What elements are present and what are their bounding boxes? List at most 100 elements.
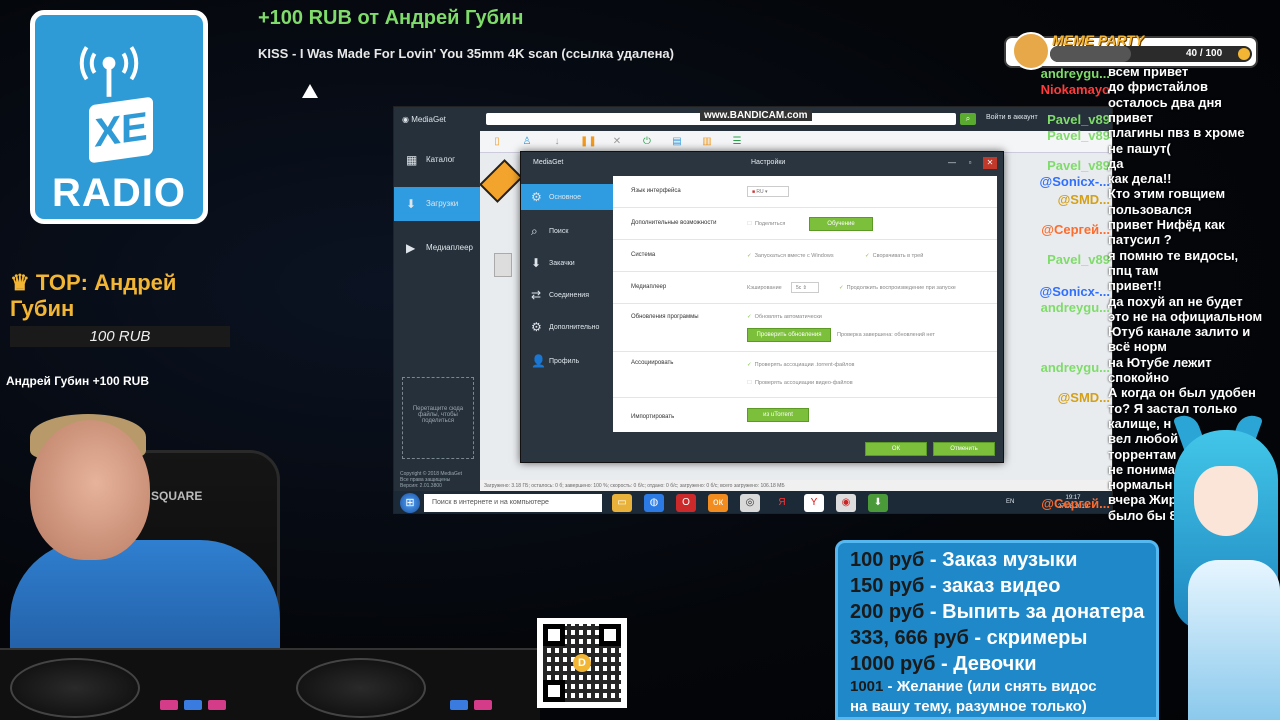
chat-username: andreygu... bbox=[1040, 300, 1110, 315]
maximize-icon[interactable]: ▫ bbox=[963, 157, 977, 169]
close-icon[interactable]: ✕ bbox=[983, 157, 997, 169]
yandex-browser-icon[interactable]: Y bbox=[804, 494, 824, 512]
import-label: Импортировать bbox=[631, 414, 675, 420]
extras-row: Дополнительные возможности ☐ Поделиться О… bbox=[613, 208, 997, 240]
chat-message: Кто этим говщием bbox=[1108, 186, 1226, 202]
explorer-icon[interactable]: ▭ bbox=[612, 494, 632, 512]
language-indicator[interactable]: EN bbox=[1006, 499, 1014, 505]
taskbar-search-input[interactable]: Поиск в интернете и на компьютере bbox=[424, 494, 602, 512]
autostart-checkbox[interactable]: ✓ Запускаться вместе с Windows bbox=[747, 253, 834, 259]
settings-nav-label: Основное bbox=[549, 194, 582, 201]
media-icon[interactable]: ◎ bbox=[740, 494, 760, 512]
torrent-assoc-checkbox[interactable]: ✓ Проверять ассоциации .torrent-файлов bbox=[747, 362, 854, 368]
user-icon[interactable]: ♙ bbox=[520, 135, 534, 149]
settings-nav-item[interactable]: 👤 Профиль bbox=[521, 348, 613, 374]
list-icon[interactable]: ☰ bbox=[730, 135, 744, 149]
windows-taskbar: ⊞ Поиск в интернете и на компьютере ▭ ◍ … bbox=[394, 491, 1112, 513]
cache-stepper[interactable]: 5с ⇕ bbox=[791, 282, 819, 293]
search-button[interactable]: ⌕ bbox=[960, 113, 976, 125]
stats-icon[interactable]: ▥ bbox=[700, 135, 714, 149]
mediaget-toolbar: ▯ ♙ ↓ ❚❚ ✕ ⏻ ▤ ▥ ☰ bbox=[480, 131, 1112, 153]
anime-avatar-face bbox=[1194, 466, 1258, 536]
cache-label: Кэширование bbox=[747, 285, 782, 291]
close-icon[interactable]: ✕ bbox=[610, 135, 624, 149]
file-icon[interactable]: ▯ bbox=[490, 135, 504, 149]
logo-radio-text: RADIO bbox=[52, 171, 186, 215]
settings-nav-item[interactable]: ⚙ Дополнительно bbox=[521, 314, 613, 340]
chat-username: Pavel_v89 bbox=[1047, 112, 1110, 127]
donation-title: +100 RUB от Андрей Губин bbox=[258, 7, 524, 29]
sidebar-item-label: Загрузки bbox=[426, 199, 459, 208]
dogecoin-icon: D bbox=[573, 654, 591, 672]
meme-progress-text: 40 / 100 bbox=[1186, 48, 1223, 59]
top-donor-label: ♛ TOP: Андрей Губин bbox=[10, 270, 177, 321]
settings-nav-item[interactable]: ⇄ Соединения bbox=[521, 282, 613, 308]
check-updates-button[interactable]: Проверить обновления bbox=[747, 328, 831, 342]
chat-message: как дела!! bbox=[1108, 171, 1172, 187]
chat-message: то? Я застал только bbox=[1108, 400, 1238, 416]
sidebar-item-label: Медиаплеер bbox=[426, 243, 473, 252]
settings-nav-item[interactable]: ⌕ Поиск bbox=[521, 218, 613, 244]
cancel-button[interactable]: Отменить bbox=[933, 442, 995, 456]
chat-message: вчера Жир bbox=[1108, 492, 1177, 508]
settings-nav-item[interactable]: ⬇ Закачки bbox=[521, 250, 613, 276]
utorrent-import-button[interactable]: из uTorrent bbox=[747, 408, 809, 422]
chat-message: плагины пвз в хроме bbox=[1108, 125, 1245, 141]
chat-message: да bbox=[1108, 155, 1124, 171]
bandicam-watermark: www.BANDICAM.com bbox=[700, 110, 812, 121]
associate-label: Ассоциировать bbox=[631, 360, 674, 366]
ok-button[interactable]: ОК bbox=[865, 442, 927, 456]
import-row: Импортировать из uTorrent bbox=[613, 398, 997, 432]
share-checkbox[interactable]: ☐ Поделиться bbox=[747, 221, 785, 227]
donation-qr-code: D bbox=[537, 618, 627, 708]
sidebar-item-downloads[interactable]: ⬇ Загрузки bbox=[394, 187, 480, 221]
sidebar-item-mediaplayer[interactable]: ▶ Медиаплеер bbox=[394, 231, 480, 265]
browser-icon[interactable]: ◍ bbox=[644, 494, 664, 512]
chat-message: было бы 8 bbox=[1108, 507, 1177, 523]
download-icon[interactable]: ↓ bbox=[550, 135, 564, 149]
wish-price-item: 1001 - Желание (или снять видос на вашу т… bbox=[850, 678, 1097, 715]
tray-checkbox[interactable]: ✓ Сворачивать в трей bbox=[865, 253, 923, 259]
language-label: Язык интерфейса bbox=[631, 188, 681, 194]
connections-icon: ⇄ bbox=[531, 288, 542, 302]
updates-row: Обновления программы ✓ Обновлять автомати… bbox=[613, 304, 997, 352]
settings-nav-label: Соединения bbox=[549, 292, 590, 299]
chat-username: @Sonicx-... bbox=[1039, 284, 1110, 299]
chair-brand: SQUARE bbox=[151, 489, 203, 503]
share-drop-zone[interactable]: Перетащите сюда файлы, чтобы поделиться bbox=[402, 377, 474, 459]
logo-xe-text: XE bbox=[89, 96, 153, 164]
yandex-icon[interactable]: Я bbox=[772, 494, 792, 512]
chrome-icon[interactable]: ◉ bbox=[836, 494, 856, 512]
mouse-cursor-icon bbox=[302, 84, 318, 98]
odnoklassniki-icon[interactable]: ок bbox=[708, 494, 728, 512]
training-button[interactable]: Обучение bbox=[809, 217, 873, 231]
login-link[interactable]: Войти в аккаунт bbox=[986, 114, 1038, 121]
resume-checkbox[interactable]: ✓ Продолжить воспроизведение при запуске bbox=[839, 285, 956, 291]
windows-start-icon[interactable]: ⊞ bbox=[400, 493, 420, 513]
pause-icon[interactable]: ❚❚ bbox=[580, 135, 597, 149]
sidebar-item-catalog[interactable]: ▦ Каталог bbox=[394, 143, 480, 177]
chat-message: патусил ? bbox=[1108, 232, 1172, 248]
mediaget-taskbar-icon[interactable]: ⬇ bbox=[868, 494, 888, 512]
settings-nav-label: Поиск bbox=[549, 228, 569, 235]
settings-nav-item[interactable]: ⚙ Основное bbox=[521, 184, 613, 210]
chat-username: @SMD... bbox=[1057, 192, 1110, 207]
language-select[interactable]: ■ RU ▾ bbox=[747, 186, 789, 197]
meme-party-title: MEME PARTY bbox=[1052, 32, 1145, 48]
dialog-app-name: MediaGet bbox=[533, 159, 564, 166]
system-label: Система bbox=[631, 252, 656, 258]
chat-message: спокойно bbox=[1108, 370, 1170, 385]
mediaplayer-icon: ▶ bbox=[406, 241, 416, 255]
calendar-icon[interactable]: ▤ bbox=[670, 135, 684, 149]
power-icon[interactable]: ⏻ bbox=[640, 135, 654, 149]
opera-icon[interactable]: O bbox=[676, 494, 696, 512]
minimize-icon[interactable]: — bbox=[945, 157, 959, 169]
price-item: 333, 666 руб - скримеры bbox=[850, 627, 1088, 649]
document-icon bbox=[494, 253, 512, 277]
chat-message: торрентам bbox=[1108, 446, 1177, 462]
price-item: 1000 руб - Девочки bbox=[850, 653, 1037, 675]
video-assoc-checkbox[interactable]: ☐ Проверять ассоциации видео-файлов bbox=[747, 380, 853, 386]
settings-icon: ⚙ bbox=[531, 190, 542, 204]
chat-message: всё норм bbox=[1108, 339, 1167, 355]
auto-update-checkbox[interactable]: ✓ Обновлять автоматически bbox=[747, 314, 822, 320]
